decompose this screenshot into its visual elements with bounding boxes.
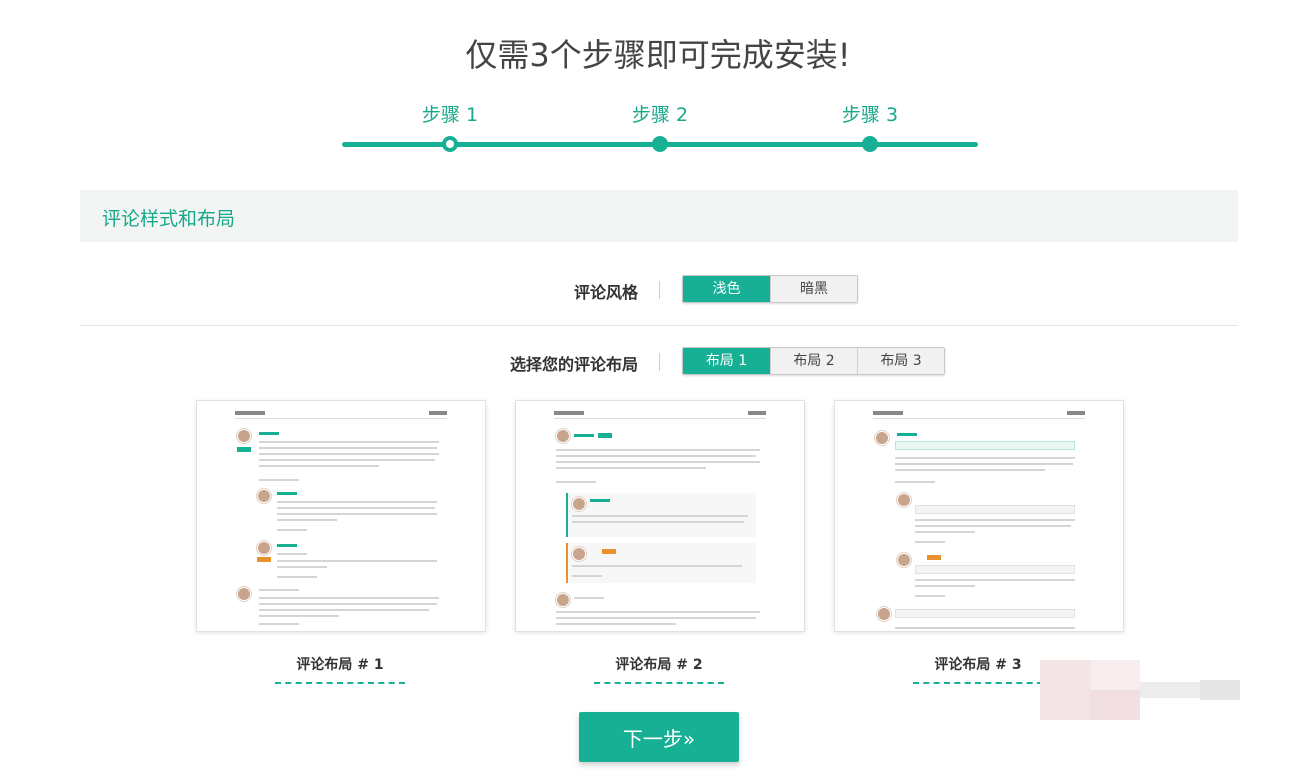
step-3-label: 步骤 3	[841, 104, 899, 126]
avatar	[556, 429, 570, 443]
comment-style-label: 评论风格	[573, 283, 638, 302]
preview-header	[235, 411, 447, 419]
preview-header	[873, 411, 1085, 419]
comment-layout-toggle: 布局 1 布局 2 布局 3	[682, 347, 945, 375]
step-3[interactable]: 步骤 3	[810, 100, 930, 152]
layout-row-divider	[659, 353, 660, 371]
layout-1-preview[interactable]	[196, 400, 486, 632]
layout-option-3[interactable]: 布局 3	[857, 348, 944, 374]
step-2-dot	[652, 136, 668, 152]
step-1-dot	[442, 136, 458, 152]
style-option-dark[interactable]: 暗黑	[770, 276, 857, 302]
next-step-button[interactable]: 下一步»	[579, 712, 739, 762]
avatar	[877, 607, 891, 621]
blurred-watermark	[1040, 660, 1240, 720]
avatar	[897, 553, 911, 567]
step-3-dot	[862, 136, 878, 152]
avatar	[257, 489, 271, 503]
section-title: 评论样式和布局	[102, 208, 236, 230]
step-1-label: 步骤 1	[421, 104, 479, 126]
section-header: 评论样式和布局	[80, 190, 1238, 242]
avatar	[572, 547, 586, 561]
preview-header	[554, 411, 766, 419]
layout-2-preview[interactable]	[515, 400, 805, 632]
step-2-label: 步骤 2	[631, 104, 689, 126]
comment-layout-label: 选择您的评论布局	[509, 355, 638, 374]
avatar	[237, 587, 251, 601]
install-stepper: 步骤 1 步骤 2 步骤 3	[340, 100, 980, 160]
avatar	[897, 493, 911, 507]
step-2[interactable]: 步骤 2	[600, 100, 720, 152]
row-divider	[80, 325, 1238, 326]
avatar	[257, 541, 271, 555]
layout-3-preview[interactable]	[834, 400, 1124, 632]
step-1[interactable]: 步骤 1	[390, 100, 510, 152]
avatar	[572, 497, 586, 511]
avatar	[875, 431, 889, 445]
style-row-divider	[659, 281, 660, 299]
avatar	[237, 429, 251, 443]
layout-option-1[interactable]: 布局 1	[683, 348, 770, 374]
layout-3-caption[interactable]: 评论布局 # 3	[913, 654, 1043, 684]
style-option-light[interactable]: 浅色	[683, 276, 770, 302]
avatar	[556, 593, 570, 607]
page-title: 仅需3个步骤即可完成安装!	[465, 36, 851, 74]
layout-1-caption[interactable]: 评论布局 # 1	[275, 654, 405, 684]
layout-option-2[interactable]: 布局 2	[770, 348, 857, 374]
layout-2-caption[interactable]: 评论布局 # 2	[594, 654, 724, 684]
comment-style-toggle: 浅色 暗黑	[682, 275, 858, 303]
